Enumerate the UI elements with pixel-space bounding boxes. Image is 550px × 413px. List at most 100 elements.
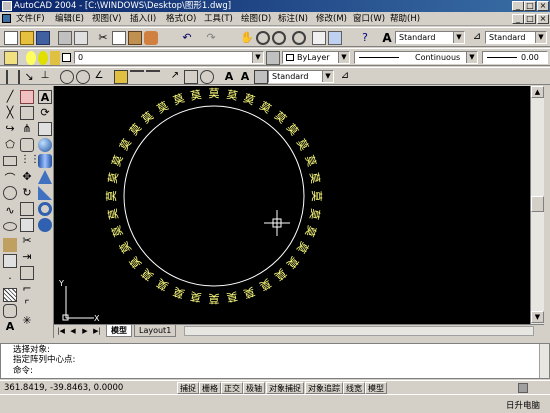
sphere-icon[interactable] [38, 138, 52, 152]
otrack-button[interactable]: 对象追踪 [305, 382, 343, 394]
angular-dim-icon[interactable]: ∠ [92, 70, 106, 84]
close-button[interactable]: × [537, 1, 549, 11]
continue-dim-icon[interactable] [146, 70, 160, 84]
3d-rotate-icon[interactable]: ⟳ [38, 106, 52, 120]
tab-next-button[interactable]: ▶ [80, 326, 90, 336]
osnap-button[interactable]: 对象捕捉 [266, 382, 304, 394]
matchprop-icon[interactable] [144, 31, 158, 45]
designcenter-icon[interactable] [328, 31, 342, 45]
layer-combo[interactable]: 0 ▼ [74, 51, 264, 64]
dim-update-icon[interactable] [254, 70, 268, 84]
extend-icon[interactable]: ⇥ [20, 250, 34, 264]
dim-style-manager-icon[interactable]: ⊿ [338, 70, 352, 84]
center-mark-icon[interactable] [200, 70, 214, 84]
menu-file[interactable]: 文件(F) [16, 13, 45, 25]
help-icon[interactable]: ? [358, 31, 372, 45]
menu-edit[interactable]: 编辑(E) [55, 13, 84, 25]
polar-button[interactable]: 极轴 [243, 382, 265, 394]
polygon-icon[interactable]: ⬠ [3, 138, 17, 152]
chevron-down-icon[interactable]: ▼ [535, 32, 546, 43]
stretch-icon[interactable] [20, 218, 34, 232]
dim-style-combo[interactable]: Standard ▼ [485, 31, 547, 44]
scale-icon[interactable] [20, 202, 34, 216]
scroll-down-button[interactable]: ▼ [531, 311, 544, 323]
redo-icon[interactable]: ↷ [204, 31, 218, 45]
paste-icon[interactable] [128, 31, 142, 45]
snap-button[interactable]: 捕捉 [177, 382, 199, 394]
doc-close-button[interactable]: × [537, 14, 549, 24]
trim-icon[interactable]: ✂ [20, 234, 34, 248]
zoom-previous-icon[interactable] [292, 31, 306, 45]
tray-settings-icon[interactable] [518, 383, 528, 393]
move-icon[interactable]: ✥ [20, 170, 34, 184]
vertical-scrollbar[interactable]: ▲ ▼ [530, 86, 544, 324]
extrude-icon[interactable] [38, 218, 52, 232]
point-icon[interactable]: · [3, 272, 17, 286]
line-icon[interactable]: ╱ [3, 90, 17, 104]
ellipse-icon[interactable] [3, 222, 17, 231]
diameter-dim-icon[interactable] [76, 70, 90, 84]
doc-minimize-button[interactable]: _ [512, 14, 524, 24]
ordinate-dim-icon[interactable]: ⊥ [38, 70, 52, 84]
chevron-down-icon[interactable]: ▼ [338, 52, 349, 63]
radius-dim-icon[interactable] [60, 70, 74, 84]
text-style-combo[interactable]: Standard ▼ [395, 31, 465, 44]
dimedit-icon[interactable]: A [222, 70, 236, 84]
command-prompt[interactable]: 命令: [13, 366, 33, 377]
copy-object-icon[interactable] [20, 106, 34, 120]
menu-draw[interactable]: 绘图(D) [241, 13, 271, 25]
box-icon[interactable] [38, 122, 52, 136]
leader-icon[interactable]: ↗ [168, 70, 182, 84]
text-style-icon[interactable]: A [380, 31, 394, 45]
lineweight-button[interactable]: 线宽 [343, 382, 365, 394]
sun-icon[interactable] [38, 51, 48, 65]
coordinate-readout[interactable]: 361.8419, -39.8463, 0.0000 [4, 383, 123, 394]
cut-icon[interactable]: ✂ [96, 31, 110, 45]
autocad-icon[interactable] [2, 1, 12, 11]
model-button[interactable]: 模型 [365, 382, 387, 394]
tab-layout1[interactable]: Layout1 [134, 325, 177, 337]
circle-icon[interactable] [3, 186, 17, 200]
color-swatch-icon[interactable] [62, 53, 71, 62]
lock-icon[interactable] [50, 51, 60, 65]
doc-restore-button[interactable]: □ [524, 14, 536, 24]
spline-icon[interactable]: ∿ [3, 204, 17, 218]
grid-button[interactable]: 栅格 [199, 382, 221, 394]
horizontal-scrollbar[interactable] [184, 326, 534, 336]
make-current-icon[interactable] [266, 51, 280, 65]
layer-manager-icon[interactable] [4, 51, 18, 65]
fillet-icon[interactable]: ⌜ [20, 298, 34, 312]
chevron-down-icon[interactable]: ▼ [252, 52, 263, 63]
array-icon[interactable]: ⋮⋮ [20, 154, 40, 168]
tab-prev-button[interactable]: ◀ [68, 326, 78, 336]
tab-model[interactable]: 模型 [106, 325, 132, 337]
erase-icon[interactable] [20, 90, 34, 104]
construction-line-icon[interactable]: ╳ [3, 106, 17, 120]
undo-icon[interactable]: ↶ [180, 31, 194, 45]
zoom-window-icon[interactable] [272, 31, 286, 45]
aligned-dim-icon[interactable]: ↘ [22, 70, 36, 84]
polyline-icon[interactable]: ↪ [3, 122, 17, 136]
wedge-icon[interactable] [38, 186, 52, 200]
cylinder-icon[interactable] [38, 154, 52, 168]
properties-icon[interactable] [312, 31, 326, 45]
pan-icon[interactable]: ✋ [240, 31, 254, 45]
dim-style-combo-2[interactable]: Standard ▼ [268, 70, 334, 83]
chamfer-icon[interactable]: ⌐ [20, 282, 34, 296]
print-icon[interactable] [58, 31, 72, 45]
mtext-icon[interactable]: A [3, 320, 17, 334]
open-icon[interactable] [20, 31, 34, 45]
quick-dim-icon[interactable] [114, 70, 128, 84]
chevron-down-icon[interactable]: ▼ [453, 32, 464, 43]
color-combo[interactable]: ByLayer ▼ [282, 51, 350, 64]
command-window[interactable]: 选择对象: 指定阵列中心点: 命令: [0, 343, 550, 379]
linetype-combo[interactable]: Continuous ▼ [354, 51, 478, 64]
save-icon[interactable] [36, 31, 50, 45]
copy-icon[interactable] [112, 31, 126, 45]
menu-window[interactable]: 窗口(W) [353, 13, 385, 25]
hatch-icon[interactable] [3, 288, 17, 302]
rotate-icon[interactable]: ↻ [20, 186, 34, 200]
minimize-button[interactable]: _ [512, 1, 524, 11]
menu-help[interactable]: 帮助(H) [390, 13, 420, 25]
command-scrollbar[interactable] [539, 344, 549, 378]
